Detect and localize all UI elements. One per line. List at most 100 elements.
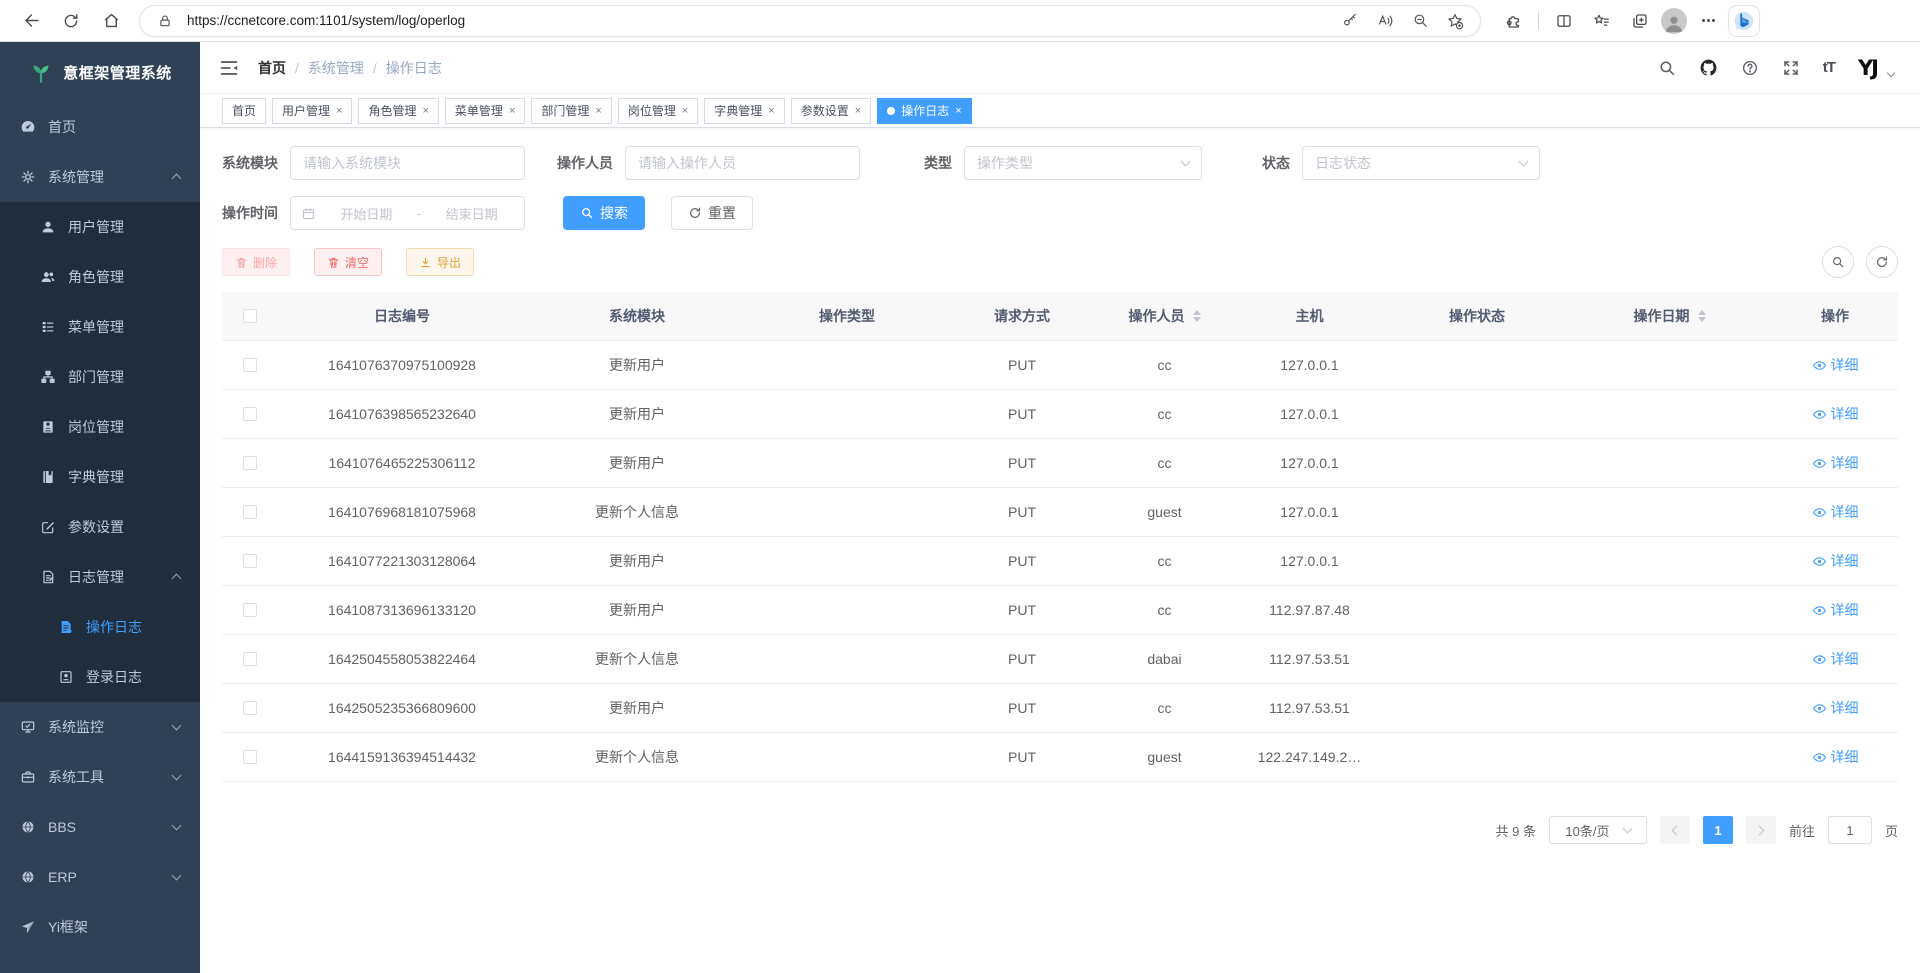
tab-home[interactable]: 首页: [222, 98, 266, 124]
collections-icon[interactable]: [1623, 6, 1657, 36]
url-text[interactable]: https://ccnetcore.com:1101/system/log/op…: [187, 13, 1328, 28]
col-operator[interactable]: 操作人员: [1097, 306, 1232, 326]
delete-button[interactable]: 删除: [222, 248, 290, 276]
tab-param-settings[interactable]: 参数设置×: [791, 98, 871, 124]
close-icon[interactable]: ×: [682, 105, 688, 117]
sort-icon[interactable]: [1698, 310, 1706, 322]
sidebar-item-user-mgmt[interactable]: 用户管理: [0, 202, 200, 252]
clear-button[interactable]: 清空: [314, 248, 382, 276]
close-icon[interactable]: ×: [336, 105, 342, 117]
row-checkbox[interactable]: [243, 701, 257, 715]
chevron-down-icon[interactable]: [1887, 68, 1895, 76]
close-icon[interactable]: ×: [422, 105, 428, 117]
help-icon[interactable]: [1741, 59, 1759, 77]
sidebar-item-system-monitor[interactable]: 系统监控: [0, 702, 200, 752]
next-page-button[interactable]: [1746, 816, 1776, 844]
sidebar-item-home[interactable]: 首页: [0, 102, 200, 152]
tab-post-mgmt[interactable]: 岗位管理×: [618, 98, 698, 124]
sidebar-item-post-mgmt[interactable]: 岗位管理: [0, 402, 200, 452]
password-key-icon[interactable]: [1337, 8, 1363, 34]
end-date[interactable]: 结束日期: [429, 204, 514, 223]
split-screen-icon[interactable]: [1547, 6, 1581, 36]
toggle-search-icon[interactable]: [1822, 246, 1854, 278]
app-logo[interactable]: 意框架管理系统: [0, 42, 200, 102]
search-icon[interactable]: [1658, 59, 1676, 77]
reset-button[interactable]: 重置: [671, 196, 753, 230]
profile-avatar[interactable]: [1661, 8, 1687, 34]
tab-menu-mgmt[interactable]: 菜单管理×: [445, 98, 525, 124]
refresh-table-icon[interactable]: [1866, 246, 1898, 278]
prev-page-button[interactable]: [1660, 816, 1690, 844]
detail-link[interactable]: 详细: [1812, 649, 1859, 669]
favorite-star-icon[interactable]: [1442, 8, 1468, 34]
tab-role-mgmt[interactable]: 角色管理×: [358, 98, 438, 124]
sidebar-item-login-log[interactable]: 登录日志: [0, 652, 200, 702]
account-logo[interactable]: YJ: [1858, 56, 1877, 80]
sidebar-item-system-tools[interactable]: 系统工具: [0, 752, 200, 802]
tab-user-mgmt[interactable]: 用户管理×: [272, 98, 352, 124]
col-date[interactable]: 操作日期: [1567, 306, 1772, 326]
home-icon[interactable]: [94, 6, 128, 36]
github-icon[interactable]: [1699, 58, 1718, 77]
row-checkbox[interactable]: [243, 750, 257, 764]
detail-link[interactable]: 详细: [1812, 453, 1859, 473]
close-icon[interactable]: ×: [768, 105, 774, 117]
page-size-select[interactable]: 10条/页: [1549, 816, 1647, 844]
sort-icon[interactable]: [1193, 310, 1201, 322]
font-size-icon[interactable]: tT: [1823, 59, 1835, 76]
export-button[interactable]: 导出: [406, 248, 474, 276]
back-icon[interactable]: [14, 6, 48, 36]
sidebar-item-log-mgmt[interactable]: 日志管理: [0, 552, 200, 602]
row-checkbox[interactable]: [243, 603, 257, 617]
detail-link[interactable]: 详细: [1812, 355, 1859, 375]
zoom-out-icon[interactable]: [1407, 8, 1433, 34]
row-checkbox[interactable]: [243, 652, 257, 666]
lock-icon[interactable]: [152, 8, 178, 34]
sidebar-item-role-mgmt[interactable]: 角色管理: [0, 252, 200, 302]
goto-page-input[interactable]: 1: [1828, 816, 1872, 844]
system-module-input[interactable]: 请输入系统模块: [290, 146, 525, 180]
sidebar-item-dict-mgmt[interactable]: 字典管理: [0, 452, 200, 502]
sidebar-item-menu-mgmt[interactable]: 菜单管理: [0, 302, 200, 352]
close-icon[interactable]: ×: [855, 105, 861, 117]
sidebar-item-yi-framework[interactable]: Yi框架: [0, 902, 200, 952]
sidebar-collapse-icon[interactable]: [218, 57, 240, 79]
close-icon[interactable]: ×: [955, 105, 961, 117]
row-checkbox[interactable]: [243, 505, 257, 519]
row-checkbox[interactable]: [243, 407, 257, 421]
detail-link[interactable]: 详细: [1812, 502, 1859, 522]
favorites-bar-icon[interactable]: [1585, 6, 1619, 36]
start-date[interactable]: 开始日期: [324, 204, 409, 223]
detail-link[interactable]: 详细: [1812, 551, 1859, 571]
breadcrumb-home[interactable]: 首页: [258, 58, 286, 78]
fullscreen-icon[interactable]: [1782, 59, 1800, 77]
status-select[interactable]: 日志状态: [1302, 146, 1540, 180]
sidebar-item-erp[interactable]: ERP: [0, 852, 200, 902]
detail-link[interactable]: 详细: [1812, 404, 1859, 424]
select-all-checkbox[interactable]: [243, 309, 257, 323]
date-range-input[interactable]: 开始日期 - 结束日期: [290, 196, 525, 230]
search-button[interactable]: 搜索: [563, 196, 645, 230]
sidebar-item-oper-log[interactable]: 操作日志: [0, 602, 200, 652]
bing-copilot-icon[interactable]: [1729, 6, 1759, 36]
refresh-icon[interactable]: [54, 6, 88, 36]
row-checkbox[interactable]: [243, 554, 257, 568]
tab-dept-mgmt[interactable]: 部门管理×: [531, 98, 611, 124]
detail-link[interactable]: 详细: [1812, 600, 1859, 620]
detail-link[interactable]: 详细: [1812, 698, 1859, 718]
address-bar[interactable]: https://ccnetcore.com:1101/system/log/op…: [140, 6, 1480, 36]
more-menu-icon[interactable]: [1691, 6, 1725, 36]
row-checkbox[interactable]: [243, 358, 257, 372]
detail-link[interactable]: 详细: [1812, 747, 1859, 767]
sidebar-item-param-settings[interactable]: 参数设置: [0, 502, 200, 552]
operator-input[interactable]: 请输入操作人员: [625, 146, 860, 180]
page-1-button[interactable]: 1: [1703, 816, 1733, 844]
sidebar-item-bbs[interactable]: BBS: [0, 802, 200, 852]
sidebar-item-dept-mgmt[interactable]: 部门管理: [0, 352, 200, 402]
tab-dict-mgmt[interactable]: 字典管理×: [704, 98, 784, 124]
sidebar-item-system-mgmt[interactable]: 系统管理: [0, 152, 200, 202]
tab-oper-log[interactable]: 操作日志×: [877, 98, 971, 124]
row-checkbox[interactable]: [243, 456, 257, 470]
close-icon[interactable]: ×: [509, 105, 515, 117]
read-aloud-icon[interactable]: [1372, 8, 1398, 34]
